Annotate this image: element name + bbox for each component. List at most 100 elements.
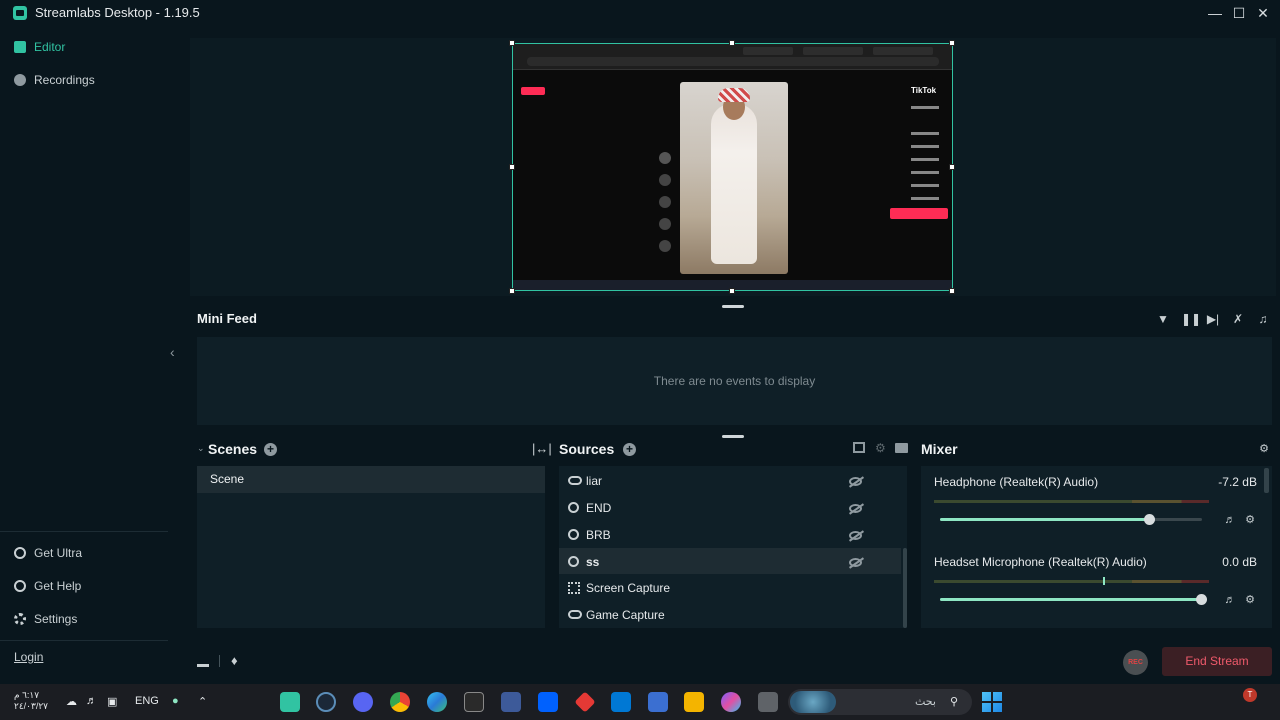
source-label: ss: [586, 555, 600, 569]
epic-games-icon[interactable]: [464, 692, 484, 712]
add-scene-icon[interactable]: +: [264, 443, 277, 456]
add-source-icon[interactable]: +: [623, 443, 636, 456]
volume-knob[interactable]: [1144, 514, 1155, 525]
panel-resize-bar[interactable]: [722, 435, 744, 438]
source-label: END: [586, 501, 612, 515]
app-icon[interactable]: [501, 692, 521, 712]
gear-icon[interactable]: ⚙: [1244, 594, 1256, 606]
resize-handle[interactable]: [729, 288, 735, 294]
source-label: BRB: [586, 528, 611, 542]
speaker-icon[interactable]: ♬: [1224, 514, 1236, 526]
mixer-scrollbar[interactable]: [1264, 468, 1269, 493]
end-stream-button[interactable]: End Stream: [1162, 647, 1272, 676]
discord-icon[interactable]: [353, 692, 373, 712]
filter-icon[interactable]: ▼: [1156, 312, 1170, 326]
chevron-left-icon[interactable]: ‹: [170, 344, 175, 360]
volume-knob[interactable]: [1196, 594, 1207, 605]
minifeed-title: Mini Feed: [197, 311, 257, 326]
volume-icon[interactable]: ♬: [86, 695, 97, 707]
pause-icon[interactable]: ❚❚: [1181, 312, 1201, 326]
preview-person: [711, 104, 757, 264]
resize-handle[interactable]: [949, 164, 955, 170]
notification-avatar[interactable]: T: [1243, 688, 1257, 702]
speaker-icon[interactable]: ♬: [1224, 594, 1236, 606]
sidebar-item-label: Settings: [34, 612, 78, 626]
resize-handle[interactable]: [509, 40, 515, 46]
get-ultra-link[interactable]: Get Ultra: [14, 546, 82, 560]
window-title: Streamlabs Desktop - 1.19.5: [35, 5, 200, 20]
network-icon[interactable]: ☁: [66, 695, 77, 708]
sources-scrollbar[interactable]: [903, 548, 907, 628]
streamlabs-taskbar-icon[interactable]: [280, 692, 300, 712]
sidebar-item-label: Get Help: [34, 579, 82, 593]
minimize-icon[interactable]: —: [1205, 3, 1225, 23]
eye-hidden-icon[interactable]: [849, 531, 862, 540]
sidebar-item-label: Recordings: [34, 73, 95, 87]
chevron-down-icon[interactable]: ⌄: [197, 443, 205, 454]
resize-handle[interactable]: [949, 40, 955, 46]
mixer-channel-name: Headphone (Realtek(R) Audio): [934, 475, 1099, 489]
chrome-icon[interactable]: [390, 692, 410, 712]
volume-icon[interactable]: ♫: [1256, 312, 1270, 326]
gear-icon[interactable]: ⚙: [1258, 443, 1270, 455]
maximize-icon[interactable]: ☐: [1229, 3, 1249, 23]
sidebar-item-editor[interactable]: Editor: [14, 40, 65, 54]
skip-icon[interactable]: ▶|: [1206, 312, 1220, 326]
eye-hidden-icon[interactable]: [849, 504, 862, 513]
volume-fill: [940, 518, 1150, 521]
resize-handle[interactable]: [949, 288, 955, 294]
scene-label: Scene: [210, 472, 245, 486]
language-indicator[interactable]: ENG: [135, 695, 159, 707]
preview-source-frame[interactable]: TikTok: [512, 43, 953, 291]
gear-icon: [14, 613, 26, 625]
sidebar-item-recordings[interactable]: Recordings: [14, 73, 95, 87]
folder-icon[interactable]: [684, 692, 704, 712]
gear-icon[interactable]: ⚙: [1244, 514, 1256, 526]
app-icon[interactable]: [758, 692, 778, 712]
search-highlight-image: [790, 691, 836, 713]
minifeed-empty-text: There are no events to display: [653, 374, 816, 388]
chevron-up-icon[interactable]: ⌃: [198, 695, 207, 708]
microphone-icon[interactable]: ●: [172, 695, 179, 707]
preview-tab: [803, 47, 863, 55]
dropbox-icon[interactable]: [538, 692, 558, 712]
sidebar-item-label: Get Ultra: [34, 546, 83, 560]
mixer-channel-db: 0.0 dB: [1222, 555, 1257, 569]
preview-address-bar: [527, 57, 939, 66]
source-properties-icon[interactable]: [853, 442, 865, 453]
copilot-icon[interactable]: [721, 692, 741, 712]
footer-bar: [185, 645, 1280, 681]
scene-row[interactable]: [197, 466, 545, 493]
source-settings-icon[interactable]: ⚙: [875, 441, 886, 455]
source-folder-icon[interactable]: [895, 443, 908, 453]
eye-hidden-icon[interactable]: [849, 558, 862, 567]
resize-handle[interactable]: [729, 40, 735, 46]
preview-menu-line: [911, 197, 939, 200]
scene-transitions-icon[interactable]: |↔|: [532, 441, 552, 456]
performance-icon[interactable]: [197, 655, 209, 667]
record-button[interactable]: REC: [1123, 650, 1148, 675]
preview-menu-line: [911, 106, 939, 109]
eye-hidden-icon[interactable]: [849, 477, 862, 486]
store-icon[interactable]: [648, 692, 668, 712]
close-icon[interactable]: ✕: [1253, 3, 1273, 23]
preview-resize-bar[interactable]: [722, 305, 744, 308]
steam-icon[interactable]: [316, 692, 336, 712]
outlook-icon[interactable]: [611, 692, 631, 712]
get-help-link[interactable]: Get Help: [14, 579, 81, 593]
sources-title: Sources: [559, 441, 615, 457]
taskbar-clock[interactable]: ٦:١٧ م ٢٤/٠٣/٢٧: [14, 690, 54, 712]
streamlabs-logo-icon: [13, 6, 27, 20]
edge-icon[interactable]: [427, 692, 447, 712]
display-icon[interactable]: ▣: [107, 695, 117, 708]
screen-capture-icon: [568, 582, 580, 594]
login-link[interactable]: Login: [14, 650, 43, 664]
resize-handle[interactable]: [509, 288, 515, 294]
resize-handle[interactable]: [509, 164, 515, 170]
settings-link[interactable]: Settings: [14, 612, 77, 626]
taskbar-time: ٦:١٧ م: [14, 690, 40, 700]
mute-alerts-icon[interactable]: ✗: [1231, 312, 1245, 326]
preview-avatar: [659, 152, 671, 164]
bell-icon[interactable]: ♦: [231, 653, 238, 668]
windows-start-icon[interactable]: [982, 692, 1002, 712]
